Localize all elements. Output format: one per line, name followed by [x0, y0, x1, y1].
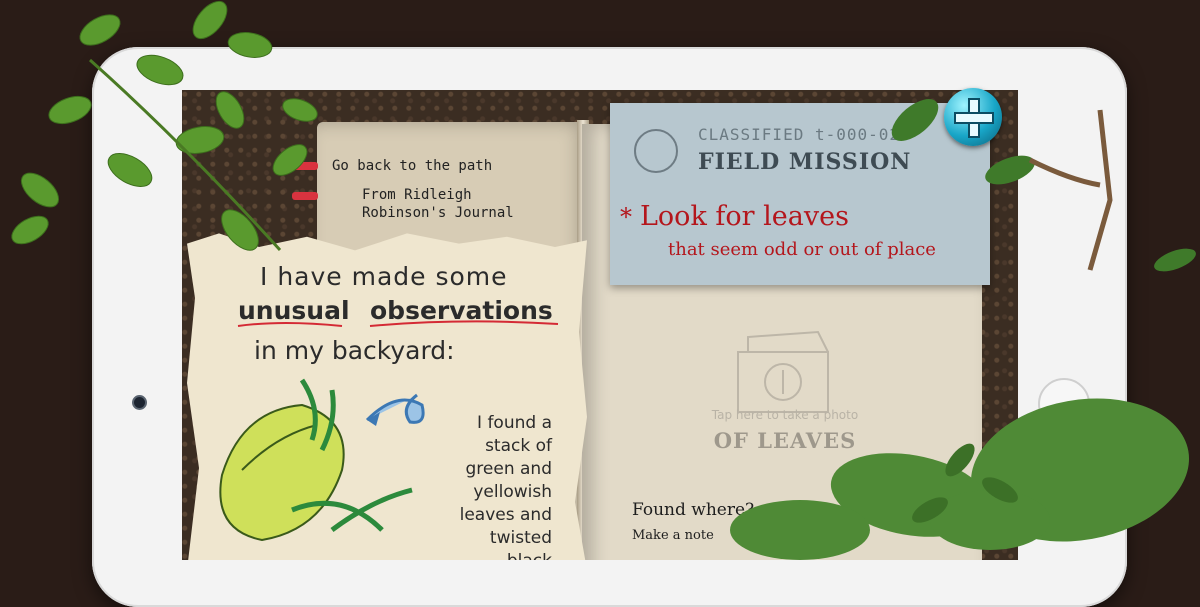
found-where-label: Found where?	[632, 500, 755, 520]
arrow-icon	[365, 393, 425, 426]
take-photo-button[interactable]: Tap here to take a photo OF LEAVES	[670, 308, 900, 478]
task-title: Look for leaves	[640, 201, 849, 232]
finding-line: green and	[465, 459, 553, 479]
finding-line: leaves and	[459, 505, 552, 525]
finding-line: yellowish	[473, 482, 552, 502]
classified-label: CLASSIFIED t-000-02	[698, 125, 901, 144]
finding-line: twisted black	[489, 528, 552, 560]
home-button[interactable]	[1038, 378, 1090, 430]
photo-label: OF LEAVES	[713, 428, 857, 453]
mission-heading: FIELD MISSION	[698, 149, 912, 175]
app-screen: Go back to the path From Ridleigh Robins…	[182, 90, 1018, 560]
finding-line: I found a	[477, 413, 552, 433]
finding-line: stack of	[485, 436, 552, 456]
task-subtitle: that seem odd or out of place	[668, 239, 936, 260]
leaf-drawing-icon	[219, 378, 413, 542]
front-camera	[134, 397, 145, 408]
seal-icon	[634, 129, 678, 173]
finding-text: I found a stack of green and yellowish l…	[442, 412, 552, 560]
make-note-field[interactable]: Make a note	[632, 528, 714, 543]
photo-hint: Tap here to take a photo	[711, 408, 859, 422]
add-icon[interactable]	[944, 88, 1002, 146]
asterisk-icon: *	[620, 203, 632, 231]
mission-card: CLASSIFIED t-000-02 FIELD MISSION * Look…	[610, 103, 990, 285]
